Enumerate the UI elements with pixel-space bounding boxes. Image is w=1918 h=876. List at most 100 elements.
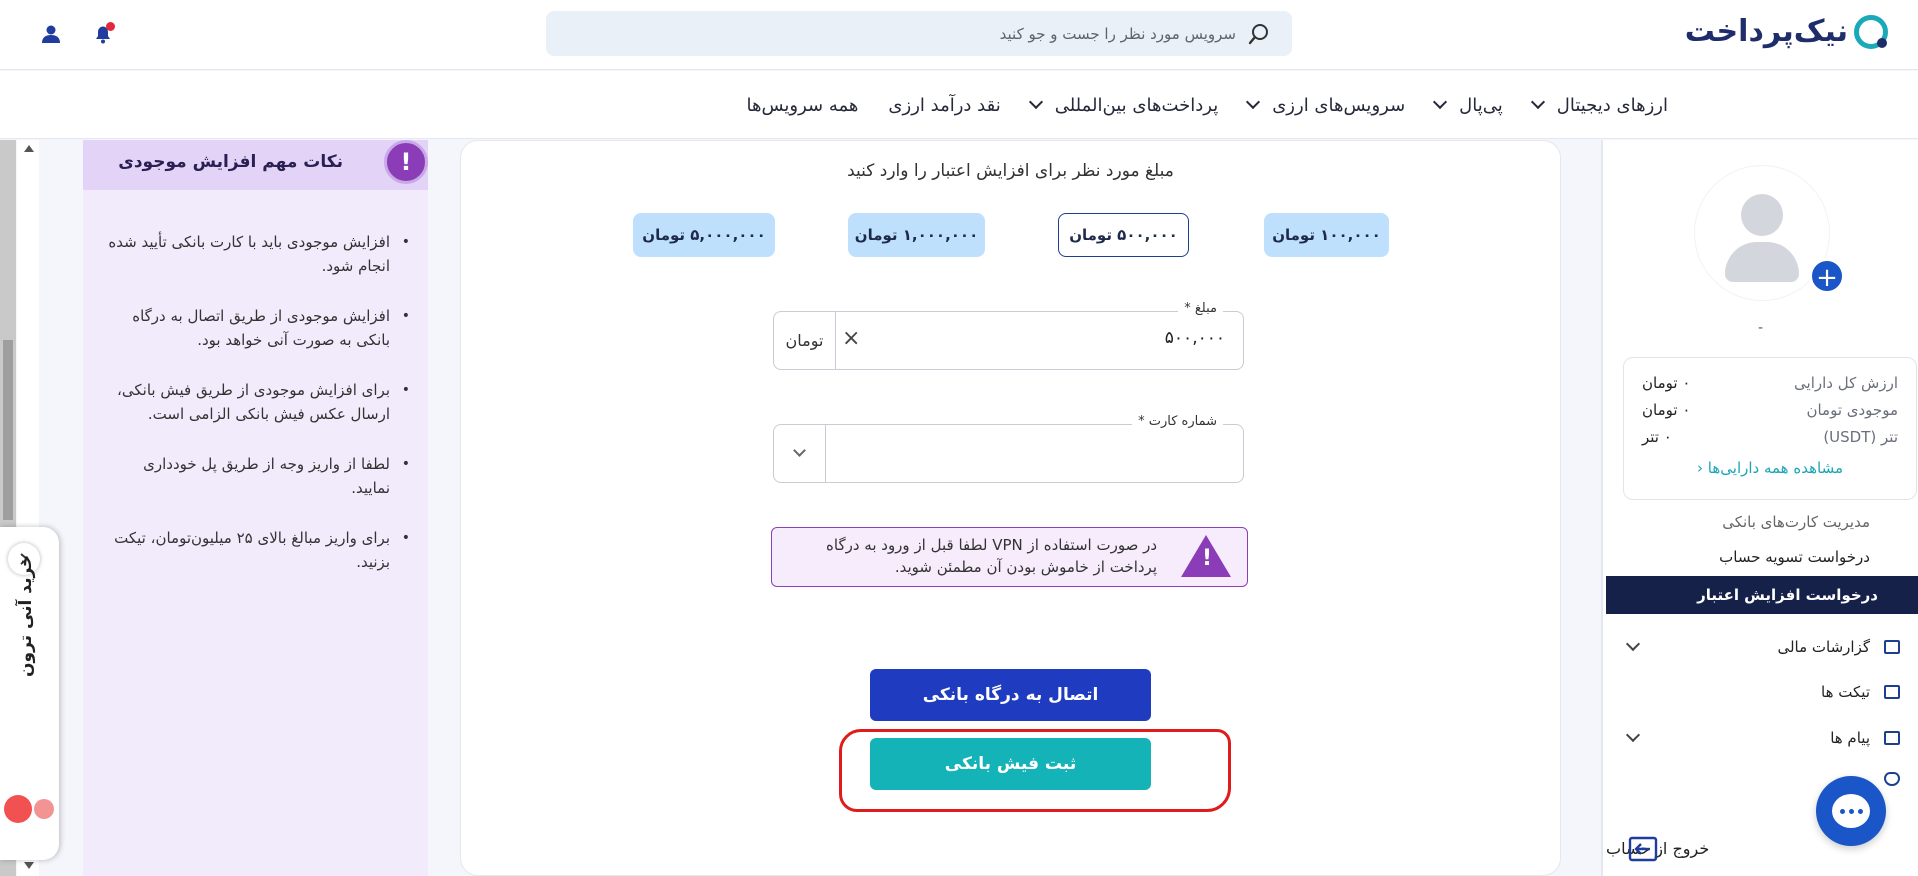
instant-tron-widget[interactable]: خرید آنی ترون (0, 527, 59, 860)
connect-gateway-button[interactable]: اتصال به درگاه بانکی (870, 669, 1151, 721)
logout-icon (1628, 836, 1658, 862)
main-nav: ارزهای دیجیتال پی‌پال سرویس‌های ارزی پرد… (0, 71, 1918, 139)
clear-icon[interactable]: × (842, 326, 860, 351)
asset-row: موجودی تومان ۰ تومان (1642, 401, 1898, 428)
credit-form-card: مبلغ مورد نظر برای افزایش اعتبار را وارد… (460, 140, 1561, 876)
tips-list: افزایش موجودی باید با کارت بانکی تأیید ش… (104, 230, 410, 600)
search-input[interactable] (636, 24, 1236, 43)
submit-receipt-button[interactable]: ثبت فیش بانکی (870, 738, 1151, 790)
scrollbar-thumb[interactable] (3, 340, 13, 520)
chat-icon (1832, 794, 1870, 828)
logo-icon (1854, 14, 1888, 49)
tron-logo-icon (4, 795, 32, 823)
user-icon (42, 25, 60, 43)
sidebar-item-financial-reports[interactable]: گزارشات مالی (1606, 628, 1918, 666)
vpn-notice: ! در صورت استفاده از VPN لطفا قبل از ورو… (771, 527, 1248, 587)
tip-item: برای افزایش موجودی از طریق فیش بانکی، ار… (104, 378, 410, 426)
shield-icon (1884, 772, 1900, 786)
profile-button[interactable] (35, 18, 67, 50)
nav-all-services[interactable]: همه سرویس‌ها (747, 95, 859, 116)
sidebar-item-label: پیام ها (1830, 729, 1870, 747)
add-avatar-button[interactable]: + (1809, 258, 1845, 294)
amount-field-label: مبلغ * (1178, 301, 1223, 316)
chevron-down-icon (1433, 94, 1448, 110)
amount-input-value[interactable]: ۵۰۰,۰۰۰ (1165, 328, 1225, 348)
logo-text: نیک‌پرداخت (1684, 14, 1849, 49)
scroll-up-arrow-icon[interactable] (24, 145, 34, 152)
asset-label: موجودی تومان (1806, 401, 1898, 419)
nav-paypal-label: پی‌پال (1459, 94, 1503, 116)
preset-amount-chip[interactable]: ۱,۰۰۰,۰۰۰ تومان (848, 213, 985, 257)
warning-icon-mark: ! (1201, 546, 1212, 571)
nav-paypal[interactable]: پی‌پال (1433, 94, 1503, 116)
scroll-down-arrow-icon[interactable] (24, 862, 34, 869)
dropdown-toggle[interactable] (774, 425, 826, 482)
logo[interactable]: نیک‌پرداخت (1685, 14, 1888, 49)
chevron-down-icon (1530, 94, 1545, 110)
nav-currency-services[interactable]: سرویس‌های ارزی (1246, 94, 1406, 116)
support-chat-button[interactable] (1816, 776, 1886, 846)
account-sidebar: + - ارزش کل دارایی ۰ تومان موجودی تومان … (1601, 140, 1918, 876)
sidebar-item-messages[interactable]: پیام ها (1606, 719, 1918, 757)
preset-amount-label: ۵۰۰,۰۰۰ تومان (1069, 226, 1178, 244)
notification-badge (106, 22, 115, 31)
tips-header: نکات مهم افزایش موجودی ! (83, 140, 428, 190)
form-title: مبلغ مورد نظر برای افزایش اعتبار را وارد… (847, 161, 1174, 181)
chevron-left-icon: ‹ (1697, 459, 1703, 477)
sidebar-item-settlement[interactable]: درخواست تسویه حساب (1606, 538, 1918, 576)
chevron-down-icon (1246, 94, 1261, 110)
notification-button[interactable] (87, 18, 119, 50)
sidebar-item-label: مدیریت کارت‌های بانکی (1722, 513, 1870, 531)
tron-logo-secondary-icon (34, 799, 54, 819)
info-exclamation-icon: ! (384, 140, 428, 184)
preset-amount-chip-selected[interactable]: ۵۰۰,۰۰۰ تومان (1058, 213, 1189, 257)
asset-label: ارزش کل دارایی (1794, 374, 1898, 392)
search-bar[interactable] (546, 11, 1292, 56)
sidebar-item-label: تیکت ها (1821, 683, 1870, 701)
asset-value: ۰ تتر (1642, 428, 1672, 446)
avatar-body (1725, 242, 1799, 282)
currency-unit: تومان (774, 312, 836, 369)
amount-field[interactable]: مبلغ * ۵۰۰,۰۰۰ × تومان (773, 301, 1244, 370)
asset-label: تتر (USDT) (1823, 428, 1898, 446)
preset-amount-chip[interactable]: ۱۰۰,۰۰۰ تومان (1264, 213, 1389, 257)
card-number-select[interactable]: شماره کارت * (773, 414, 1244, 483)
vpn-notice-text: در صورت استفاده از VPN لطفا قبل از ورود … (826, 536, 1157, 576)
tip-item: افزایش موجودی از طریق اتصال به درگاه بان… (104, 304, 410, 352)
preset-amount-label: ۱۰۰,۰۰۰ تومان (1272, 226, 1381, 244)
asset-value: ۰ تومان (1642, 374, 1691, 392)
preset-amount-chip[interactable]: ۵,۰۰۰,۰۰۰ تومان (633, 213, 775, 257)
card-number-label: شماره کارت * (1132, 414, 1223, 429)
chevron-down-icon (1625, 727, 1641, 743)
nav-currency-services-label: سرویس‌های ارزی (1272, 94, 1406, 116)
view-all-assets-label: مشاهده همه دارایی‌ها (1707, 459, 1843, 477)
ticket-icon (1884, 685, 1900, 699)
asset-row: تتر (USDT) ۰ تتر (1642, 428, 1898, 455)
nav-all-services-label: همه سرویس‌ها (746, 94, 859, 116)
nav-crypto[interactable]: ارزهای دیجیتال (1530, 94, 1668, 116)
top-header: نیک‌پرداخت (0, 0, 1918, 70)
sidebar-item-bank-cards[interactable]: مدیریت کارت‌های بانکی (1606, 510, 1918, 534)
chevron-down-icon (1028, 94, 1043, 110)
currency-unit-label: تومان (785, 331, 824, 350)
avatar-placeholder-icon (1741, 194, 1783, 236)
preset-amount-label: ۱,۰۰۰,۰۰۰ تومان (854, 226, 979, 244)
assets-summary: ارزش کل دارایی ۰ تومان موجودی تومان ۰ تو… (1623, 357, 1917, 500)
tip-item: افزایش موجودی باید با کارت بانکی تأیید ش… (104, 230, 410, 278)
message-icon (1884, 731, 1900, 745)
chevron-down-icon (1625, 636, 1641, 652)
asset-value: ۰ تومان (1642, 401, 1691, 419)
sidebar-item-increase-credit[interactable]: درخواست افزایش اعتبار (1606, 576, 1918, 614)
username: - (1758, 320, 1764, 336)
widget-label: خرید آنی ترون (16, 554, 36, 677)
sidebar-item-tickets[interactable]: تیکت ها (1606, 673, 1918, 711)
nav-cash-out[interactable]: نقد درآمد ارزی (888, 95, 1000, 116)
tip-item: برای واریز مبالغ بالای ۲۵ میلیون‌تومان، … (104, 526, 410, 574)
preset-amount-label: ۵,۰۰۰,۰۰۰ تومان (642, 226, 766, 244)
tips-title: نکات مهم افزایش موجودی (118, 152, 343, 172)
view-all-assets-link[interactable]: مشاهده همه دارایی‌ها ‹ (1642, 459, 1898, 477)
nav-cash-out-label: نقد درآمد ارزی (888, 94, 1001, 116)
chevron-down-icon (793, 444, 806, 457)
sidebar-item-label: درخواست تسویه حساب (1719, 548, 1870, 566)
nav-international-payments[interactable]: پرداخت‌های بین‌المللی (1028, 94, 1218, 116)
